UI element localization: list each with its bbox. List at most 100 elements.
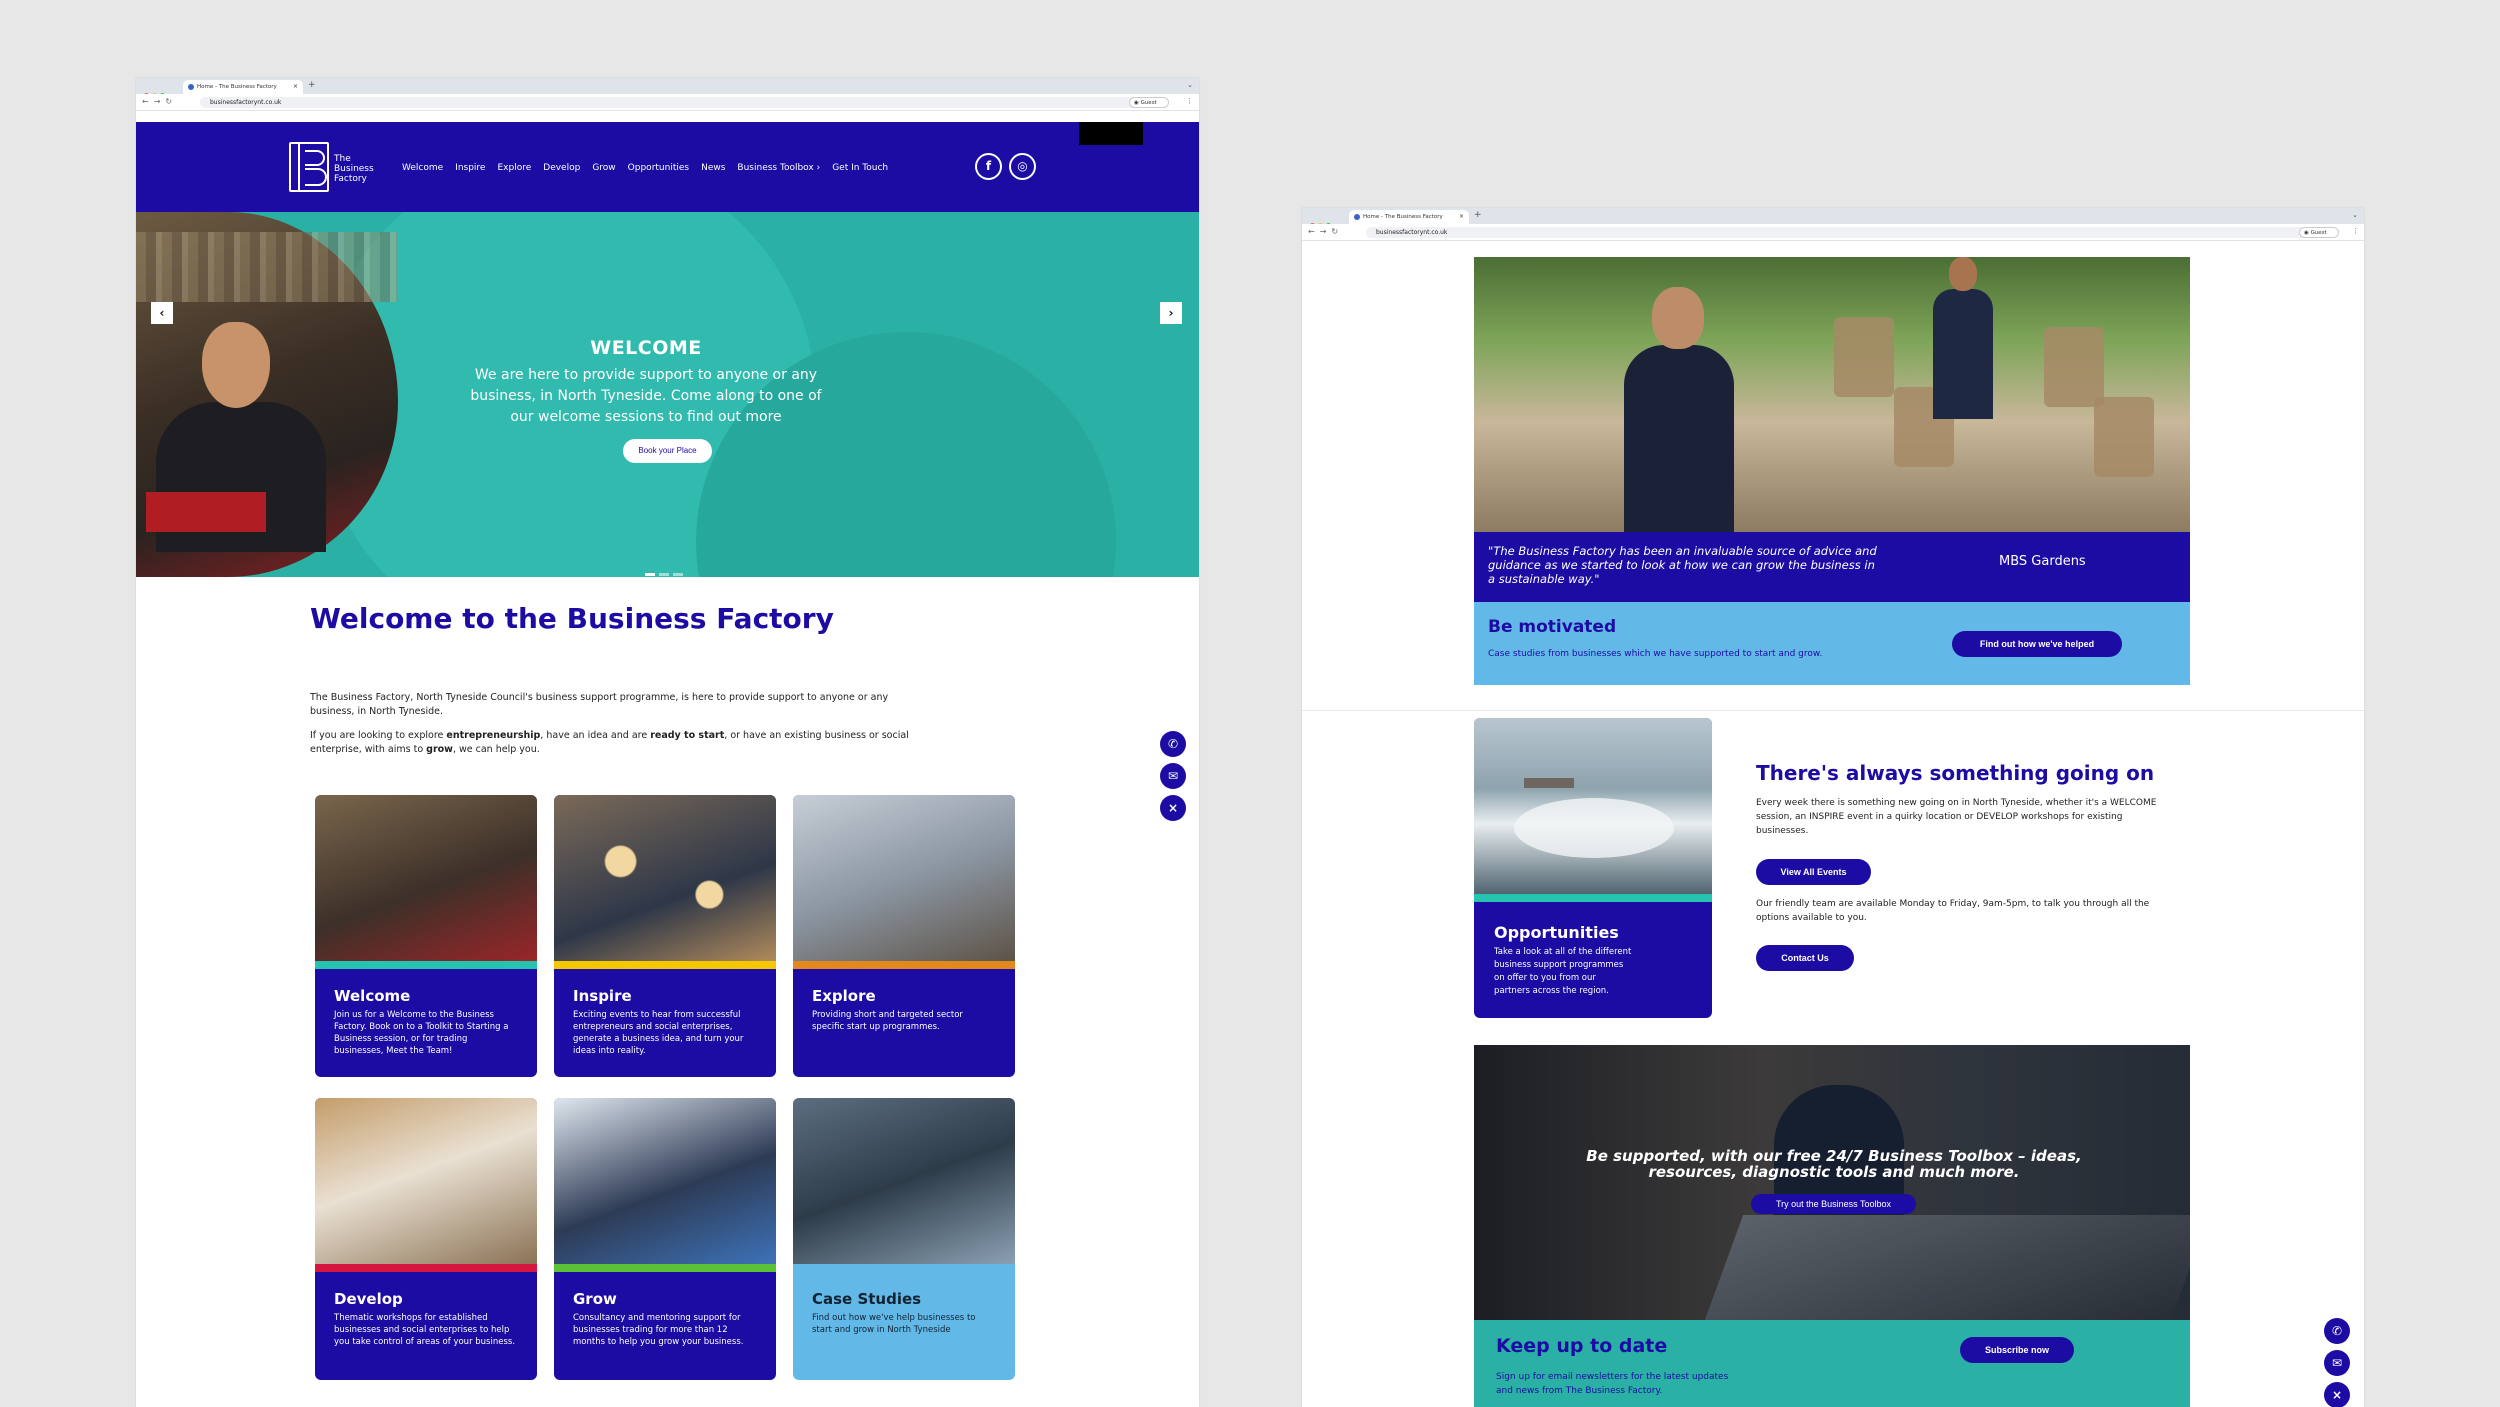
tab-menu-icon[interactable]: ⌄	[2352, 211, 2358, 219]
motivated-text: Case studies from businesses which we ha…	[1488, 649, 1823, 659]
card-stripe	[554, 1264, 776, 1272]
card-image	[554, 1098, 776, 1264]
close-icon[interactable]: ×	[1160, 795, 1186, 821]
guest-label: Guest	[2310, 230, 2327, 236]
newsletter-title: Keep up to date	[1496, 1335, 1668, 1357]
contact-us-button[interactable]: Contact Us	[1756, 945, 1854, 971]
image-overlay	[1474, 1045, 2190, 1320]
card-title: Explore	[812, 987, 876, 1005]
phone-icon[interactable]: ✆	[1160, 731, 1186, 757]
card-inspire[interactable]: Inspire Exciting events to hear from suc…	[554, 795, 776, 1077]
tab-menu-icon[interactable]: ⌄	[1187, 81, 1193, 89]
view-all-events-button[interactable]: View All Events	[1756, 859, 1871, 885]
new-tab-button[interactable]: +	[308, 80, 316, 90]
card-image	[793, 1098, 1015, 1264]
slider-prev-button[interactable]: ‹	[151, 302, 173, 324]
card-image	[315, 795, 537, 961]
nav-news[interactable]: News	[701, 163, 725, 173]
card-title: Welcome	[334, 987, 411, 1005]
nav-welcome[interactable]: Welcome	[402, 163, 443, 173]
url-text: businessfactorynt.co.uk	[210, 99, 282, 106]
nav-inspire[interactable]: Inspire	[455, 163, 485, 173]
card-stripe	[1474, 894, 1712, 902]
browser-tab[interactable]: Home - The Business Factory ×	[1349, 210, 1469, 224]
intro-paragraph: The Business Factory, North Tyneside Cou…	[310, 692, 889, 717]
card-desc: Consultancy and mentoring support for bu…	[573, 1313, 744, 1347]
browser-tab[interactable]: Home - The Business Factory ×	[183, 80, 303, 94]
find-out-helped-button[interactable]: Find out how we've helped	[1952, 631, 2122, 657]
tab-title: Home - The Business Factory	[1363, 214, 1443, 220]
tab-bar: Home - The Business Factory × + ⌄	[1302, 208, 2364, 228]
opportunities-card[interactable]: Opportunities Take a look at all of the …	[1474, 718, 1712, 1018]
phone-icon[interactable]: ✆	[2324, 1318, 2350, 1344]
nav-grow[interactable]: Grow	[592, 163, 615, 173]
slider-next-button[interactable]: ›	[1160, 302, 1182, 324]
card-grow[interactable]: Grow Consultancy and mentoring support f…	[554, 1098, 776, 1380]
person-shape	[1929, 257, 1999, 419]
chair-shape	[2094, 397, 2154, 477]
site-header: The Business Factory Welcome Inspire Exp…	[136, 122, 1199, 212]
hero-slider: ‹ › WELCOME We are here to provide suppo…	[136, 212, 1199, 577]
close-tab-icon[interactable]: ×	[293, 83, 298, 90]
tab-title: Home - The Business Factory	[197, 84, 277, 90]
card-explore[interactable]: Explore Providing short and targeted sec…	[793, 795, 1015, 1077]
email-icon[interactable]: ✉	[1160, 763, 1186, 789]
facebook-icon[interactable]: f	[975, 153, 1002, 180]
slider-dots[interactable]	[645, 561, 687, 577]
testimonial-box: "The Business Factory has been an invalu…	[1474, 532, 2190, 602]
guest-profile-button[interactable]: ◉ Guest	[2299, 227, 2339, 238]
text-run: , we can help you.	[452, 744, 540, 755]
nav-get-in-touch[interactable]: Get In Touch	[832, 163, 888, 173]
text-run: , have an idea and are	[540, 730, 651, 741]
hero-title: WELCOME	[590, 337, 702, 359]
nav-opportunities[interactable]: Opportunities	[628, 163, 689, 173]
chair-shape	[2044, 327, 2104, 407]
book-place-button[interactable]: Book your Place	[623, 439, 712, 463]
card-title: Case Studies	[812, 1290, 922, 1308]
main-nav: Welcome Inspire Explore Develop Grow Opp…	[402, 163, 888, 173]
subscribe-button[interactable]: Subscribe now	[1960, 1337, 2074, 1363]
card-desc: Exciting events to hear from successful …	[573, 1010, 744, 1056]
card-develop[interactable]: Develop Thematic workshops for establish…	[315, 1098, 537, 1380]
browser-menu-icon[interactable]: ⋮	[1186, 97, 1193, 105]
url-input[interactable]: businessfactorynt.co.uk	[1366, 227, 2306, 238]
guest-profile-button[interactable]: ◉ Guest	[1129, 97, 1169, 108]
close-icon[interactable]: ×	[2324, 1382, 2350, 1407]
logo-text[interactable]: The Business Factory	[334, 154, 374, 184]
intro-paragraph-2: If you are looking to explore entreprene…	[310, 729, 930, 757]
browser-menu-icon[interactable]: ⋮	[2352, 227, 2359, 235]
text-bold: ready to start	[650, 730, 725, 741]
instagram-icon[interactable]: ◎	[1009, 153, 1036, 180]
newsletter-text: Sign up for email newsletters for the la…	[1496, 1372, 1729, 1396]
be-motivated-banner: Be motivated Case studies from businesse…	[1474, 602, 2190, 685]
card-welcome[interactable]: Welcome Join us for a Welcome to the Bus…	[315, 795, 537, 1077]
events-heading: There's always something going on	[1756, 761, 2155, 785]
surfer-image	[1474, 718, 1712, 894]
divider	[1302, 710, 2364, 711]
email-icon[interactable]: ✉	[2324, 1350, 2350, 1376]
nav-business-toolbox[interactable]: Business Toolbox ›	[737, 163, 820, 173]
nav-explore[interactable]: Explore	[497, 163, 531, 173]
url-input[interactable]: businessfactorynt.co.uk	[200, 97, 1150, 108]
text-bold: grow	[426, 744, 453, 755]
guest-label: Guest	[1140, 100, 1157, 106]
card-case-studies[interactable]: Case Studies Find out how we've help bus…	[793, 1098, 1015, 1380]
url-text: businessfactorynt.co.uk	[1376, 229, 1448, 236]
text-run: If you are looking to explore	[310, 730, 447, 741]
card-stripe	[315, 1264, 537, 1272]
opportunities-title: Opportunities	[1494, 923, 1619, 942]
testimonial-name: MBS Gardens	[1999, 554, 2086, 569]
close-tab-icon[interactable]: ×	[1459, 213, 1464, 220]
try-toolbox-button[interactable]: Try out the Business Toolbox	[1751, 1194, 1916, 1214]
nav-develop[interactable]: Develop	[543, 163, 580, 173]
favicon-icon	[1354, 214, 1360, 220]
nav-buttons[interactable]: ←→↻	[1308, 227, 1343, 236]
redacted-block	[1079, 122, 1143, 145]
card-desc: Find out how we've help businesses to st…	[812, 1313, 976, 1335]
tab-bar: Home - The Business Factory × + ⌄	[136, 78, 1199, 98]
events-text: Every week there is something new going …	[1756, 798, 2157, 836]
new-tab-button[interactable]: +	[1474, 210, 1482, 220]
nav-buttons[interactable]: ←→↻	[142, 97, 177, 106]
card-desc: Thematic workshops for established busin…	[334, 1313, 516, 1347]
site-logo[interactable]	[289, 142, 329, 192]
